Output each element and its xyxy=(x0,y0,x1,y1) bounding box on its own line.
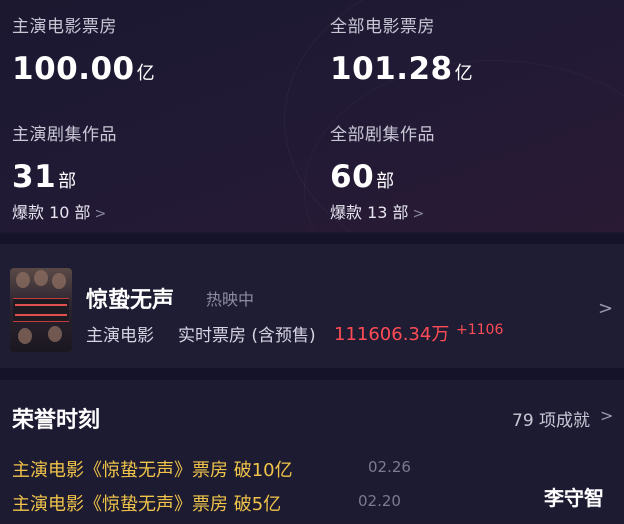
honor-title: 荣誉时刻 xyxy=(12,408,101,433)
honor-item-date: 02.26 xyxy=(368,458,411,476)
stat-label: 主演剧集作品 xyxy=(12,125,117,145)
honor-item-text: 主演电影《惊蛰无声》票房 破5亿 xyxy=(12,494,282,515)
watermark: 李守智 xyxy=(544,486,604,510)
stat-unit: 部 xyxy=(58,171,77,192)
stat-unit: 亿 xyxy=(136,63,156,84)
honor-item[interactable]: 主演电影《惊蛰无声》票房 破5亿 02.20 xyxy=(12,490,401,516)
movie-poster[interactable] xyxy=(10,268,72,352)
honor-section: 荣誉时刻 79 项成就 > 主演电影《惊蛰无声》票房 破10亿 02.26 主演… xyxy=(0,380,624,524)
poster-figure xyxy=(34,270,48,286)
stat-lead-series: 主演剧集作品 31 部 爆款 10 部 > xyxy=(12,120,117,223)
chevron-right-icon[interactable]: > xyxy=(598,298,613,319)
poster-title-band xyxy=(13,298,69,322)
hit-count-link[interactable]: 爆款 10 部 > xyxy=(12,199,117,223)
stat-number: 100.00 xyxy=(12,51,135,87)
movie-title: 惊蛰无声 xyxy=(86,288,175,313)
poster-figure xyxy=(52,273,66,289)
stat-unit: 亿 xyxy=(454,63,474,84)
honor-item-date: 02.20 xyxy=(358,492,401,510)
movie-card[interactable]: 惊蛰无声 热映中 主演电影 实时票房 (含预售) 111606.34万 +110… xyxy=(0,244,624,368)
honor-item[interactable]: 主演电影《惊蛰无声》票房 破10亿 02.26 xyxy=(12,456,411,482)
poster-figure xyxy=(18,328,32,344)
box-office-increment: +1106 xyxy=(456,322,504,338)
stat-all-series: 全部剧集作品 60 部 爆款 13 部 > xyxy=(330,120,435,223)
stats-panel: 主演电影票房 100.00 亿 全部电影票房 101.28 亿 主演剧集作品 31 部… xyxy=(0,0,624,232)
box-office-label: 实时票房 (含预售) xyxy=(178,326,316,346)
poster-figure xyxy=(16,272,30,288)
box-office-value: 111606.34万 xyxy=(334,324,450,345)
section-divider xyxy=(0,234,624,244)
chevron-right-icon[interactable]: > xyxy=(600,406,613,425)
chevron-right-icon: > xyxy=(412,206,425,222)
hit-count-link[interactable]: 爆款 13 部 > xyxy=(330,199,435,223)
stat-label: 主演电影票房 xyxy=(12,17,117,37)
hit-count-text: 爆款 10 部 xyxy=(12,203,91,222)
stat-value: 101.28 亿 xyxy=(330,51,473,87)
stat-number: 31 xyxy=(12,159,57,195)
stat-label: 全部剧集作品 xyxy=(330,125,435,145)
achievement-count-link[interactable]: 79 项成就 xyxy=(512,406,590,431)
stat-label: 全部电影票房 xyxy=(330,17,435,37)
poster-figure xyxy=(48,326,62,342)
stat-value: 100.00 亿 xyxy=(12,51,155,87)
hit-count-text: 爆款 13 部 xyxy=(330,203,409,222)
stat-movie-box-office: 主演电影票房 100.00 亿 xyxy=(12,12,155,87)
movie-status-badge: 热映中 xyxy=(206,290,255,309)
stat-all-movie-box-office: 全部电影票房 101.28 亿 xyxy=(330,12,473,87)
stat-value: 31 部 xyxy=(12,159,117,195)
stat-unit: 部 xyxy=(376,171,395,192)
chevron-right-icon: > xyxy=(94,206,107,222)
movie-role: 主演电影 xyxy=(86,326,154,346)
stat-value: 60 部 xyxy=(330,159,435,195)
section-divider xyxy=(0,368,624,380)
stat-number: 60 xyxy=(330,159,375,195)
honor-item-text: 主演电影《惊蛰无声》票房 破10亿 xyxy=(12,460,293,481)
stat-number: 101.28 xyxy=(330,51,453,87)
